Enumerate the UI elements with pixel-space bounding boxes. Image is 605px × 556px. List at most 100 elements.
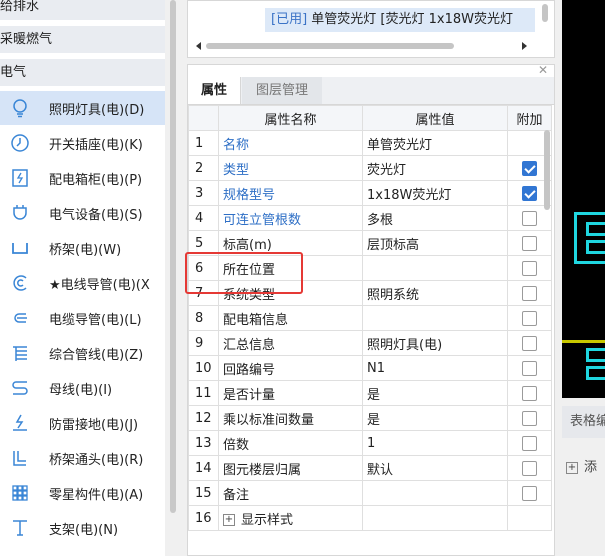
tree-item-busbar[interactable]: 母线(电)(I) — [0, 371, 165, 405]
property-row[interactable]: 2 类型 荧光灯 — [188, 155, 552, 181]
grid-header-row: 属性名称 属性值 附加 — [188, 105, 552, 131]
tree-category-label: 给排水 — [0, 0, 40, 14]
property-value[interactable]: 1x18W荧光灯 — [362, 180, 508, 206]
property-name-text: 回路编号 — [223, 362, 276, 378]
property-row[interactable]: 14 图元楼层归属 默认 — [188, 455, 552, 481]
tree-scrollbar-thumb[interactable] — [170, 0, 176, 513]
property-name-text: 配电箱信息 — [223, 312, 289, 328]
tree-item-cable-conduit[interactable]: 电缆导管(电)(L) — [0, 301, 165, 335]
tree-category-label: 采暖燃气 — [0, 32, 53, 47]
property-value[interactable] — [362, 255, 508, 281]
extra-checkbox[interactable] — [522, 385, 537, 401]
add-button[interactable]: + 添 — [566, 456, 597, 475]
tree-category-plumbing[interactable]: 给排水 — [0, 0, 165, 20]
tree-item-switch-socket[interactable]: 开关插座(电)(K) — [0, 126, 165, 160]
extra-checkbox[interactable] — [522, 460, 537, 476]
component-tree: 给排水 采暖燃气 电气 照明灯具(电)(D) 开关插座(电)(K) 配电箱柜(电… — [0, 0, 165, 556]
property-value[interactable]: 层顶标高 — [362, 230, 508, 256]
list-horizontal-scroll-thumb[interactable] — [206, 43, 454, 49]
property-value[interactable]: 多根 — [362, 205, 508, 231]
component-list-item[interactable]: [已用] 单管荧光灯 [荧光灯 1x18W荧光灯 — [265, 8, 535, 32]
property-value[interactable] — [362, 505, 508, 531]
property-row[interactable]: 4 可连立管根数 多根 — [188, 205, 552, 231]
extra-checkbox[interactable] — [522, 285, 537, 301]
property-name: 回路编号 — [218, 355, 363, 381]
tree-category-heating[interactable]: 采暖燃气 — [0, 26, 165, 53]
col-header-name: 属性名称 — [218, 105, 363, 131]
row-index: 2 — [188, 155, 219, 181]
property-row[interactable]: 8 配电箱信息 — [188, 305, 552, 331]
extra-checkbox[interactable] — [522, 260, 537, 276]
tree-item-label: 开关插座(电)(K) — [49, 137, 143, 153]
tree-category-electrical[interactable]: 电气 — [0, 59, 165, 86]
extra-checkbox[interactable] — [522, 210, 537, 226]
cad-element[interactable] — [586, 366, 605, 380]
tree-item-label: 综合管线(电)(Z) — [49, 347, 144, 363]
row-index: 8 — [188, 305, 219, 331]
property-name: 汇总信息 — [218, 330, 363, 356]
tree-item-label: 照明灯具(电)(D) — [49, 102, 145, 118]
tree-item-cable-tray[interactable]: 桥架(电)(W) — [0, 231, 165, 265]
tree-item-misc-parts[interactable]: 零星构件(电)(A) — [0, 476, 165, 510]
cad-element[interactable] — [586, 240, 605, 254]
property-name-text: 图元楼层归属 — [223, 462, 302, 478]
extra-checkbox[interactable] — [522, 335, 537, 351]
property-value[interactable]: 默认 — [362, 455, 508, 481]
property-value[interactable]: 照明灯具(电) — [362, 330, 508, 356]
tree-item-tray-fitting[interactable]: 桥架通头(电)(R) — [0, 441, 165, 475]
extra-checkbox[interactable] — [522, 310, 537, 326]
property-value[interactable]: 是 — [362, 405, 508, 431]
tree-item-wire-conduit[interactable]: ★电线导管(电)(X — [0, 266, 165, 300]
row-index: 13 — [188, 430, 219, 456]
property-value[interactable]: 1 — [362, 430, 508, 456]
cad-element[interactable] — [574, 212, 605, 264]
expand-icon[interactable]: + — [223, 514, 235, 526]
property-row[interactable]: 16 + 显示样式 — [188, 505, 552, 531]
list-horizontal-scrollbar[interactable] — [196, 42, 530, 50]
property-name: 类型 — [218, 155, 363, 181]
close-icon[interactable]: ✕ — [538, 63, 548, 77]
property-name: 备注 — [218, 480, 363, 506]
property-row[interactable]: 9 汇总信息 照明灯具(电) — [188, 330, 552, 356]
tree-item-equipment[interactable]: 电气设备(电)(S) — [0, 196, 165, 230]
grid-scrollbar-thumb[interactable] — [544, 130, 550, 210]
tree-item-lighting[interactable]: 照明灯具(电)(D) — [0, 91, 165, 125]
tray-icon — [9, 237, 31, 259]
property-row[interactable]: 12 乘以标准间数量 是 — [188, 405, 552, 431]
property-value[interactable]: N1 — [362, 355, 508, 381]
property-value[interactable]: 照明系统 — [362, 280, 508, 306]
tab-properties[interactable]: 属性 — [188, 77, 241, 104]
tree-item-label: 桥架(电)(W) — [49, 242, 122, 258]
property-row[interactable]: 10 回路编号 N1 — [188, 355, 552, 381]
property-value[interactable]: 是 — [362, 380, 508, 406]
tray-fitting-icon — [9, 447, 31, 469]
tree-item-grounding[interactable]: 防雷接地(电)(J) — [0, 406, 165, 440]
tree-item-bracket[interactable]: 支架(电)(N) — [0, 511, 165, 545]
property-row[interactable]: 1 名称 单管荧光灯 — [188, 130, 552, 156]
extra-checkbox[interactable] — [522, 410, 537, 426]
extra-checkbox[interactable] — [522, 485, 537, 501]
property-row[interactable]: 3 规格型号 1x18W荧光灯 — [188, 180, 552, 206]
property-value[interactable] — [362, 480, 508, 506]
extra-checkbox[interactable] — [522, 235, 537, 251]
extra-checkbox[interactable] — [522, 360, 537, 376]
cad-element[interactable] — [586, 348, 605, 362]
drawing-canvas[interactable] — [562, 0, 605, 398]
tree-item-pipeline[interactable]: 综合管线(电)(Z) — [0, 336, 165, 370]
property-value[interactable] — [362, 305, 508, 331]
property-row[interactable]: 11 是否计量 是 — [188, 380, 552, 406]
extra-checkbox[interactable] — [522, 435, 537, 451]
property-row[interactable]: 15 备注 — [188, 480, 552, 506]
tab-layer-management[interactable]: 图层管理 — [242, 77, 322, 104]
property-name-text: 备注 — [223, 487, 250, 503]
property-value[interactable]: 单管荧光灯 — [362, 130, 508, 156]
cad-element[interactable] — [586, 222, 605, 236]
scroll-right-arrow-icon[interactable] — [522, 42, 528, 50]
property-value[interactable]: 荧光灯 — [362, 155, 508, 181]
scroll-left-arrow-icon[interactable] — [196, 42, 202, 50]
property-row[interactable]: 13 倍数 1 — [188, 430, 552, 456]
extra-checkbox[interactable] — [522, 160, 537, 176]
extra-checkbox[interactable] — [522, 185, 537, 201]
tree-item-distribution-box[interactable]: 配电箱柜(电)(P) — [0, 161, 165, 195]
list-vertical-scroll-thumb[interactable] — [542, 4, 548, 22]
